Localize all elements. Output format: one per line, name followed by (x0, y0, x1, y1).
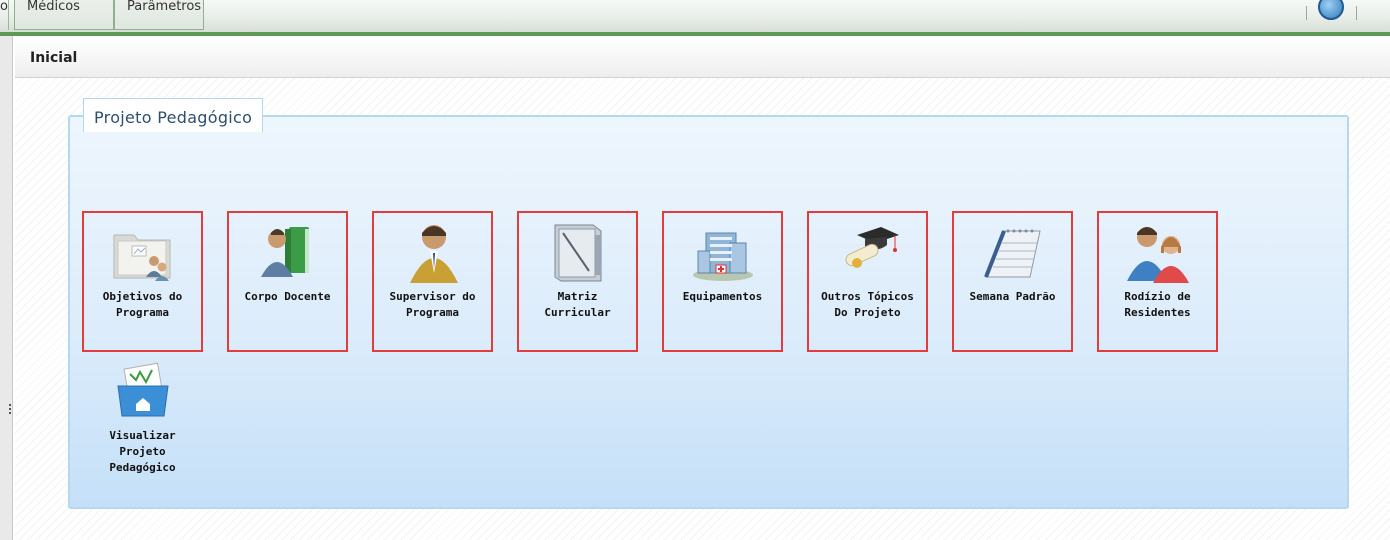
tile-label: Visualizar Projeto Pedagógico (109, 429, 176, 474)
menu-tab-label: Médicos (27, 0, 80, 14)
top-menu-bar: o Médicos Parâmetros (0, 0, 1390, 36)
tile-supervisor-do-programa[interactable]: Supervisor do Programa (372, 211, 493, 352)
tile-equipamentos[interactable]: Equipamentos (662, 211, 783, 352)
folder-chart-users-icon (113, 234, 170, 281)
notebook-icon (554, 224, 601, 282)
tile-label: Outros Tópicos Do Projeto (821, 290, 914, 319)
menu-separator (1356, 6, 1357, 20)
splitter-grip-icon[interactable] (9, 404, 11, 416)
menu-partial-item[interactable]: o (0, 0, 9, 30)
graduation-diploma-icon (845, 227, 899, 268)
hospital-building-icon (692, 232, 753, 281)
menu-partial-label: o (0, 0, 8, 14)
tile-semana-padrao[interactable]: Semana Padrão (952, 211, 1073, 352)
menu-tab-medicos[interactable]: Médicos (14, 0, 114, 30)
breadcrumb-label: Inicial (30, 50, 78, 66)
teacher-book-icon (260, 227, 309, 277)
tile-visualizar-projeto-pedagogico[interactable]: Visualizar Projeto Pedagógico (82, 350, 203, 490)
residents-couple-icon (1126, 227, 1189, 283)
menu-tab-label: Parâmetros (127, 0, 202, 14)
tile-corpo-docente[interactable]: Corpo Docente (227, 211, 348, 352)
tile-label: Corpo Docente (244, 290, 331, 303)
tile-label: Semana Padrão (969, 290, 1056, 303)
tile-label: Supervisor do Programa (389, 290, 476, 319)
help-icon[interactable] (1318, 0, 1344, 20)
tile-label: Matriz Curricular (544, 290, 611, 319)
tile-rodizio-de-residentes[interactable]: Rodízio de Residentes (1097, 211, 1218, 352)
tile-matriz-curricular[interactable]: Matriz Curricular (517, 211, 638, 352)
left-splitter[interactable] (0, 36, 13, 540)
tile-objetivos-do-programa[interactable]: Objetivos do Programa (82, 211, 203, 352)
tile-label: Rodízio de Residentes (1124, 290, 1191, 319)
calendar-icon (983, 229, 1041, 278)
supervisor-person-icon (409, 225, 458, 283)
folder-home-icon (116, 362, 169, 417)
panel-legend: Projeto Pedagógico (83, 98, 264, 132)
tile-label: Equipamentos (682, 290, 763, 303)
tile-outros-topicos[interactable]: Outros Tópicos Do Projeto (807, 211, 928, 352)
menu-separator (1306, 6, 1307, 20)
breadcrumb: Inicial (15, 38, 1390, 78)
menu-tab-parametros[interactable]: Parâmetros (114, 0, 204, 30)
tile-label: Objetivos do Programa (102, 290, 183, 319)
